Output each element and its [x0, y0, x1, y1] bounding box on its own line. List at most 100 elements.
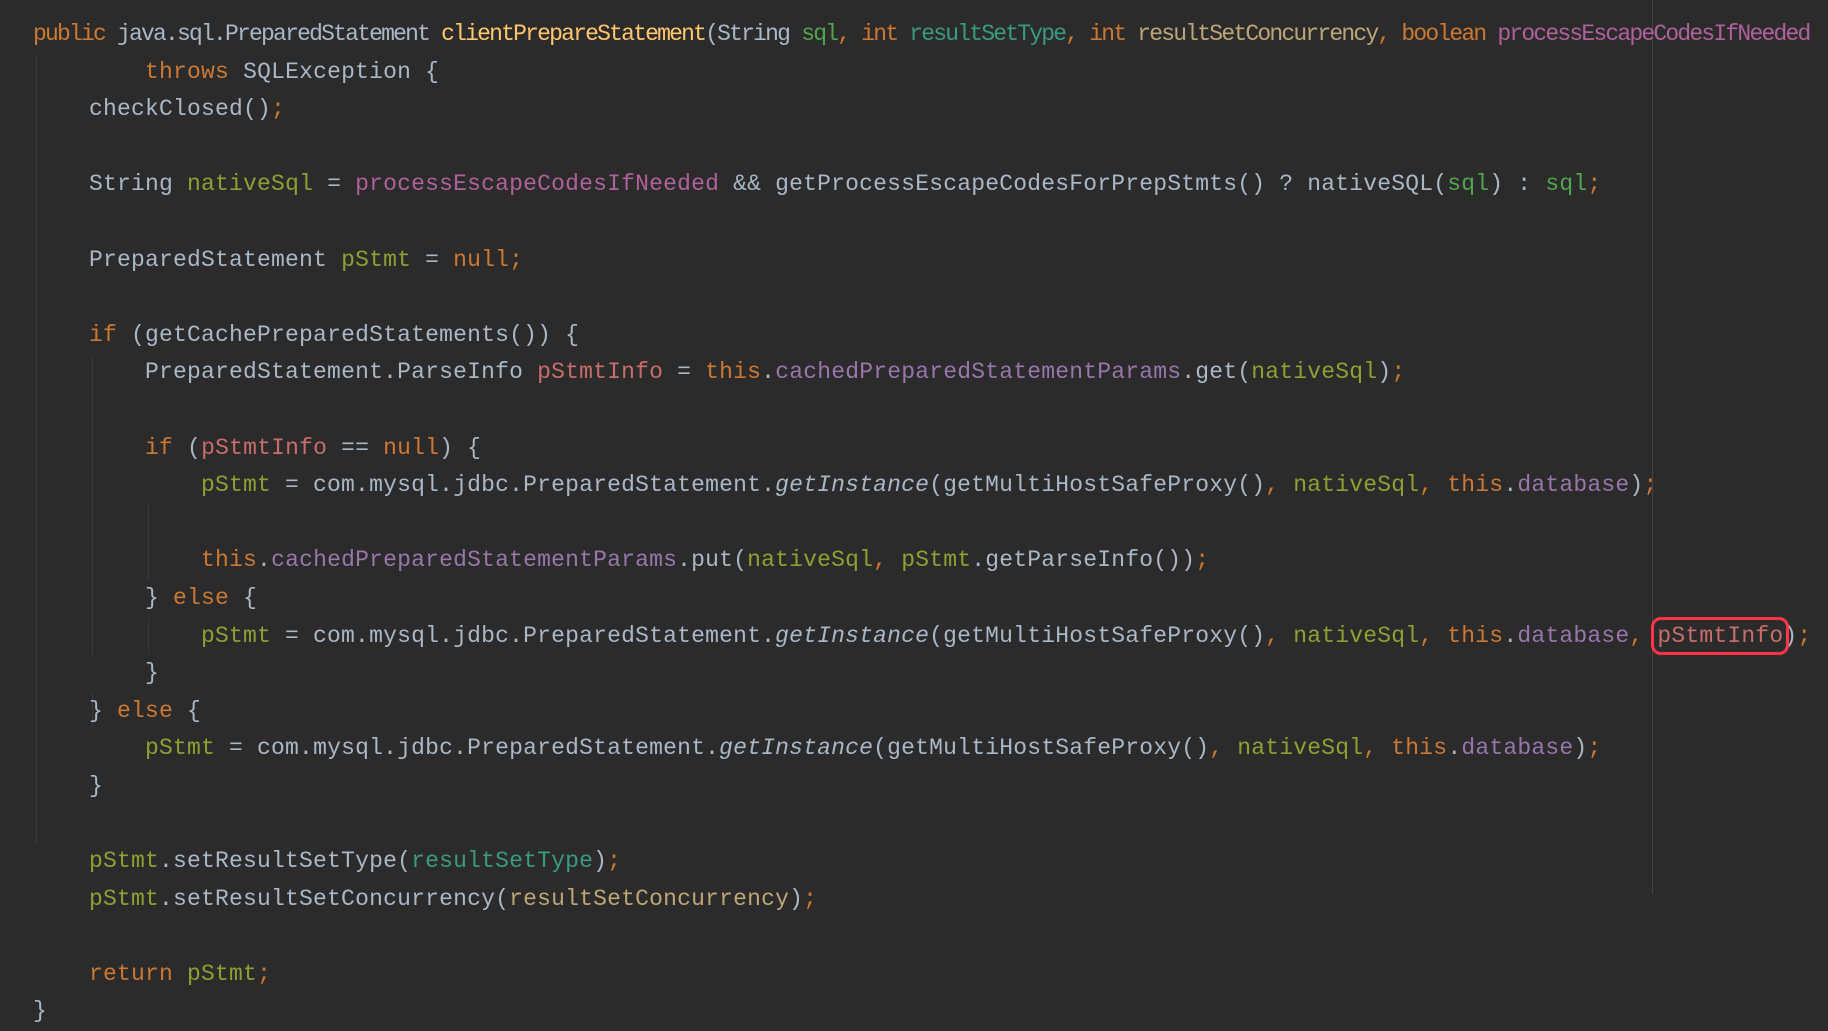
code-line[interactable]: checkClosed();	[33, 91, 1811, 129]
code-token: ;	[257, 960, 272, 987]
code-token: null	[383, 434, 440, 461]
code-token: }	[89, 772, 104, 799]
code-token: PreparedStatement	[89, 246, 342, 273]
code-token: this	[1447, 622, 1504, 649]
code-token: nativeSql	[1251, 359, 1378, 386]
code-token: ,	[837, 21, 862, 47]
code-editor[interactable]: public java.sql.PreparedStatement client…	[0, 0, 1828, 1024]
code-token: .getParseInfo())	[971, 547, 1196, 574]
code-token: boolean	[1401, 21, 1498, 47]
code-line[interactable]: return pStmt;	[33, 956, 1811, 994]
code-token: ,	[1419, 622, 1448, 649]
code-line[interactable]: }	[33, 768, 1811, 806]
code-line[interactable]	[33, 918, 1811, 956]
code-token: int	[1089, 21, 1138, 47]
code-token: ;	[607, 848, 622, 875]
code-token: database	[1461, 735, 1574, 762]
code-token: )	[789, 885, 804, 912]
code-token: = com.mysql.jdbc.PreparedStatement.	[271, 622, 776, 649]
code-token: resultSetType	[909, 21, 1067, 47]
code-token: pStmtInfo	[201, 434, 328, 461]
code-token: )	[593, 848, 608, 875]
code-token: }	[145, 660, 160, 687]
code-token: ,	[1265, 472, 1294, 499]
code-line[interactable]: pStmt = com.mysql.jdbc.PreparedStatement…	[33, 467, 1811, 505]
code-token: ) :	[1489, 171, 1546, 198]
code-token: =	[411, 246, 454, 273]
code-token: .put(	[677, 547, 748, 574]
code-token: processEscapeCodesIfNeeded	[1497, 21, 1811, 47]
code-area[interactable]: public java.sql.PreparedStatement client…	[33, 16, 1811, 1031]
code-line[interactable]	[33, 392, 1811, 430]
code-line[interactable]: PreparedStatement.ParseInfo pStmtInfo = …	[33, 354, 1811, 392]
code-token: )	[1629, 472, 1644, 499]
code-token: (	[187, 434, 202, 461]
code-token: resultSetConcurrency	[509, 885, 790, 912]
code-token: =	[663, 359, 706, 386]
code-token: clientPrepareStatement	[441, 21, 707, 47]
code-token: .	[761, 359, 776, 386]
code-line[interactable]: }	[33, 993, 1811, 1031]
code-line[interactable]: }	[33, 655, 1811, 693]
code-line[interactable]	[33, 204, 1811, 242]
code-line[interactable]	[33, 805, 1811, 843]
code-line[interactable]: pStmt = com.mysql.jdbc.PreparedStatement…	[33, 730, 1811, 768]
code-token: (getMultiHostSafeProxy()	[929, 622, 1266, 649]
code-token: ;	[1797, 622, 1812, 649]
code-token: nativeSql	[747, 547, 874, 574]
code-token: getInstance	[719, 735, 874, 762]
code-token: checkClosed()	[89, 96, 272, 123]
code-token: .get(	[1181, 359, 1252, 386]
code-token: ;	[803, 885, 818, 912]
code-token: return	[89, 960, 188, 987]
code-line[interactable]: pStmt.setResultSetConcurrency(resultSetC…	[33, 881, 1811, 919]
code-line[interactable]	[33, 129, 1811, 167]
code-token: database	[1517, 472, 1630, 499]
code-token: ==	[327, 434, 384, 461]
code-line[interactable]: if (getCachePreparedStatements()) {	[33, 317, 1811, 355]
code-token: java.sql.PreparedStatement	[117, 21, 442, 47]
code-line[interactable]	[33, 505, 1811, 543]
code-token: pStmt	[187, 960, 258, 987]
code-token: pStmt	[901, 547, 972, 574]
code-line[interactable]: this.cachedPreparedStatementParams.put(n…	[33, 542, 1811, 580]
code-token: )	[1573, 735, 1588, 762]
code-token: resultSetType	[411, 848, 594, 875]
code-line[interactable]: throws SQLException {	[33, 54, 1811, 92]
code-token: nativeSql	[1293, 622, 1420, 649]
code-line[interactable]: public java.sql.PreparedStatement client…	[33, 16, 1811, 54]
code-line[interactable]: String nativeSql = processEscapeCodesIfN…	[33, 166, 1811, 204]
code-token: .	[1503, 472, 1518, 499]
code-token: (getMultiHostSafeProxy()	[873, 735, 1210, 762]
code-token: ;	[1587, 171, 1602, 198]
code-line[interactable]	[33, 279, 1811, 317]
code-token: {	[187, 697, 202, 724]
code-token: ,	[1065, 21, 1090, 47]
code-token: ,	[873, 547, 902, 574]
code-line[interactable]: } else {	[33, 580, 1811, 618]
code-token: = com.mysql.jdbc.PreparedStatement.	[271, 472, 776, 499]
code-token: processEscapeCodesIfNeeded	[355, 171, 720, 198]
code-line[interactable]: if (pStmtInfo == null) {	[33, 430, 1811, 468]
code-line[interactable]: pStmt = com.mysql.jdbc.PreparedStatement…	[33, 616, 1812, 656]
code-line[interactable]: } else {	[33, 693, 1811, 731]
code-token: {	[243, 584, 258, 611]
code-token: String	[89, 171, 188, 198]
code-token: getInstance	[775, 622, 930, 649]
code-token: && getProcessEscapeCodesForPrepStmts() ?…	[719, 171, 1448, 198]
highlighted-token: pStmtInfo	[1651, 616, 1790, 655]
code-token: else	[117, 697, 188, 724]
code-token: ,	[1629, 622, 1658, 649]
code-token: = com.mysql.jdbc.PreparedStatement.	[215, 735, 720, 762]
code-line[interactable]: pStmt.setResultSetType(resultSetType);	[33, 843, 1811, 881]
code-token: getInstance	[775, 472, 930, 499]
code-token: ;	[1587, 735, 1602, 762]
code-line[interactable]: PreparedStatement pStmt = null;	[33, 242, 1811, 280]
code-token: this	[201, 547, 258, 574]
code-token: ,	[1363, 735, 1392, 762]
code-token: ;	[1391, 359, 1406, 386]
code-token: ,	[1419, 472, 1448, 499]
code-token: public	[33, 21, 118, 47]
code-token: .setResultSetConcurrency(	[159, 885, 510, 912]
code-token: pStmt	[341, 246, 412, 273]
